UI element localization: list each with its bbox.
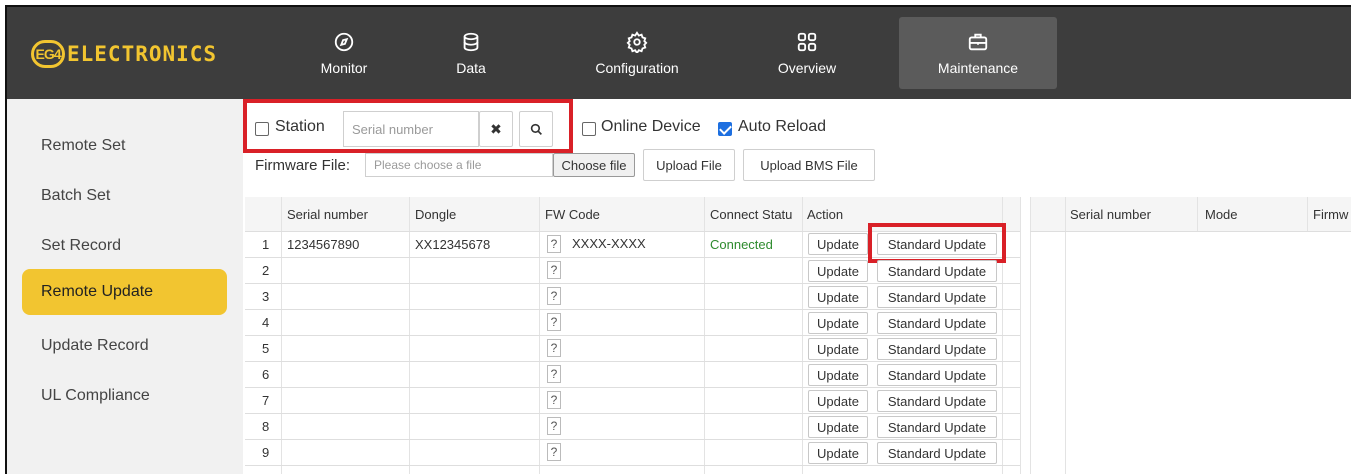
update-button[interactable]: Update xyxy=(808,312,868,334)
row-divider xyxy=(245,413,1020,414)
row-number: 3 xyxy=(262,289,270,304)
sidebar-item-ul-compliance[interactable]: UL Compliance xyxy=(22,373,227,419)
gear-icon xyxy=(626,30,648,53)
update-button[interactable]: Update xyxy=(808,416,868,438)
column-divider xyxy=(1307,197,1308,231)
update-button[interactable]: Update xyxy=(808,286,868,308)
standard-update-button[interactable]: Standard Update xyxy=(877,390,997,412)
update-button[interactable]: Update xyxy=(808,364,868,386)
app-window: EG4 ELECTRONICS Monitor Data Configurati… xyxy=(5,5,1351,474)
header-dongle[interactable]: Dongle xyxy=(415,207,456,222)
header-action[interactable]: Action xyxy=(807,207,843,222)
row-divider xyxy=(245,309,1020,310)
row-number: 4 xyxy=(262,315,270,330)
nav-maintenance[interactable]: Maintenance xyxy=(899,17,1057,89)
row-number: 9 xyxy=(262,445,270,460)
nav-overview[interactable]: Overview xyxy=(747,17,867,89)
sidebar-item-update-record[interactable]: Update Record xyxy=(22,323,227,369)
header-connect-status[interactable]: Connect Statu xyxy=(710,207,792,222)
sidebar-item-remote-set[interactable]: Remote Set xyxy=(22,123,227,169)
grid-icon xyxy=(797,32,817,51)
fw-info-button[interactable]: ? xyxy=(547,339,561,357)
nav-data-label: Data xyxy=(456,59,486,76)
row-divider xyxy=(1030,231,1351,232)
dongle-cell[interactable]: XX12345678 xyxy=(415,237,490,252)
row-divider xyxy=(245,439,1020,440)
compass-icon xyxy=(334,32,354,51)
fw-info-button[interactable]: ? xyxy=(547,365,561,383)
nav-overview-label: Overview xyxy=(777,59,837,76)
highlight-standard-update xyxy=(868,223,1006,263)
header-fw-code[interactable]: FW Code xyxy=(545,207,600,222)
row-divider xyxy=(245,335,1020,336)
online-device-label: Online Device xyxy=(601,118,701,135)
row-divider xyxy=(245,283,1020,284)
toolbox-icon xyxy=(968,33,988,50)
logo-badge: EG4 xyxy=(31,40,65,68)
nav-data[interactable]: Data xyxy=(411,17,531,89)
online-device-checkbox[interactable] xyxy=(582,122,596,136)
sidebar-item-set-record[interactable]: Set Record xyxy=(22,223,227,269)
right-header-mode[interactable]: Mode xyxy=(1205,207,1238,222)
highlight-search-box xyxy=(243,99,573,153)
fw-info-button[interactable]: ? xyxy=(547,417,561,435)
upload-file-button[interactable]: Upload File xyxy=(643,149,735,181)
standard-update-button[interactable]: Standard Update xyxy=(877,338,997,360)
standard-update-button[interactable]: Standard Update xyxy=(877,364,997,386)
firmware-file-label: Firmware File: xyxy=(255,157,351,174)
fw-info-button[interactable]: ? xyxy=(547,287,561,305)
row-number: 2 xyxy=(262,263,270,278)
logo-text: ELECTRONICS xyxy=(67,42,218,66)
upload-bms-file-button[interactable]: Upload BMS File xyxy=(743,149,875,181)
nav-monitor-label: Monitor xyxy=(320,59,368,76)
auto-reload-checkbox[interactable] xyxy=(718,122,732,136)
database-icon xyxy=(463,32,479,51)
brand-logo[interactable]: EG4 ELECTRONICS xyxy=(31,40,217,68)
nav-configuration-label: Configuration xyxy=(595,59,679,76)
standard-update-button[interactable]: Standard Update xyxy=(877,416,997,438)
fw-info-button[interactable]: ? xyxy=(547,313,561,331)
column-divider xyxy=(1065,197,1066,474)
standard-update-button[interactable]: Standard Update xyxy=(877,286,997,308)
row-number: 1 xyxy=(262,237,270,252)
standard-update-button[interactable]: Standard Update xyxy=(877,260,997,282)
nav-configuration[interactable]: Configuration xyxy=(567,17,707,89)
row-number: 8 xyxy=(262,419,270,434)
serial-cell[interactable]: 1234567890 xyxy=(287,237,359,252)
row-divider xyxy=(245,387,1020,388)
choose-file-button[interactable]: Choose file xyxy=(553,153,635,177)
update-button[interactable]: Update xyxy=(808,442,868,464)
nav-maintenance-label: Maintenance xyxy=(937,59,1019,76)
fw-info-button[interactable]: ? xyxy=(547,261,561,279)
header-serial-number[interactable]: Serial number xyxy=(287,207,368,222)
update-button[interactable]: Update xyxy=(808,233,868,255)
update-button[interactable]: Update xyxy=(808,338,868,360)
fw-info-button[interactable]: ? xyxy=(547,235,561,253)
auto-reload-label: Auto Reload xyxy=(738,118,827,135)
firmware-file-input[interactable]: Please choose a file xyxy=(365,153,553,177)
sidebar-item-batch-set[interactable]: Batch Set xyxy=(22,173,227,219)
right-header-firmware[interactable]: Firmw xyxy=(1313,207,1348,222)
nav-monitor[interactable]: Monitor xyxy=(279,17,409,89)
row-number: 6 xyxy=(262,367,270,382)
column-divider xyxy=(1020,197,1021,474)
row-divider xyxy=(245,361,1020,362)
fw-info-button[interactable]: ? xyxy=(547,391,561,409)
sidebar: Remote Set Batch Set Set Record Remote U… xyxy=(7,99,243,474)
top-navigation-bar: EG4 ELECTRONICS Monitor Data Configurati… xyxy=(7,7,1351,99)
row-number: 5 xyxy=(262,341,270,356)
update-button[interactable]: Update xyxy=(808,260,868,282)
fw-info-button[interactable]: ? xyxy=(547,443,561,461)
row-number: 7 xyxy=(262,393,270,408)
connect-status-cell: Connected xyxy=(710,237,773,252)
fw-code-cell[interactable]: XXXX-XXXX xyxy=(572,236,646,251)
sidebar-item-remote-update[interactable]: Remote Update xyxy=(22,269,227,315)
row-divider xyxy=(245,465,1020,466)
column-divider xyxy=(1030,197,1031,474)
column-divider xyxy=(1197,197,1198,231)
update-button[interactable]: Update xyxy=(808,390,868,412)
standard-update-button[interactable]: Standard Update xyxy=(877,312,997,334)
right-header-serial-number[interactable]: Serial number xyxy=(1070,207,1151,222)
standard-update-button[interactable]: Standard Update xyxy=(877,442,997,464)
